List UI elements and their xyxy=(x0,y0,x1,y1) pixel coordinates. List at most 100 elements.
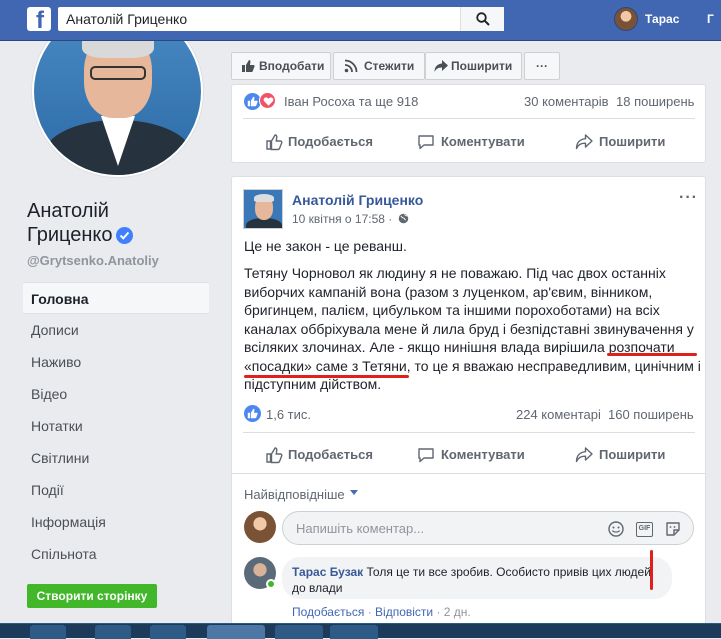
taskbar-app-icon[interactable] xyxy=(330,625,378,639)
taskbar-app-icon[interactable] xyxy=(275,625,323,639)
sticker-icon[interactable] xyxy=(664,520,682,538)
top-navigation-bar: f Анатолій Гриценко Тарас Г xyxy=(0,0,721,41)
divider xyxy=(243,432,695,433)
logo-letter: f xyxy=(36,7,44,34)
nav-item-notes[interactable]: Нотатки xyxy=(23,410,209,442)
share-label: Поширити xyxy=(599,134,666,149)
page-navigation: Головна Дописи Наживо Відео Нотатки Світ… xyxy=(23,282,209,570)
comment-reply-link[interactable]: Відповісти xyxy=(375,605,433,619)
comment-like-link[interactable]: Подобається xyxy=(292,605,364,619)
os-taskbar xyxy=(0,623,721,639)
taskbar-app-icon[interactable] xyxy=(30,625,66,639)
comments-count[interactable]: 224 коментарі xyxy=(516,407,601,422)
comment-bubble-icon xyxy=(418,135,434,150)
profile-photo xyxy=(34,41,201,175)
comments-count[interactable]: 30 коментарів xyxy=(524,94,609,109)
red-underline-annotation xyxy=(607,353,697,356)
follow-page-button[interactable]: Стежити xyxy=(333,52,425,80)
nav-item-about[interactable]: Інформація xyxy=(23,506,209,538)
post-options-button[interactable]: ··· xyxy=(679,189,698,207)
follow-page-label: Стежити xyxy=(364,59,415,73)
user-avatar[interactable] xyxy=(614,7,638,31)
thumbs-up-icon xyxy=(242,60,255,72)
more-options-icon: ··· xyxy=(536,59,548,73)
online-status-indicator xyxy=(266,579,276,589)
search-input[interactable]: Анатолій Гриценко xyxy=(58,7,504,31)
share-arrow-outline-icon xyxy=(575,134,593,150)
comment-label: Коментувати xyxy=(441,447,525,462)
comment-input[interactable]: Напишіть коментар... GIF xyxy=(282,511,694,545)
thumbs-up-outline-icon xyxy=(266,134,283,151)
emoji-icon[interactable] xyxy=(607,520,625,538)
thumbs-up-outline-icon xyxy=(266,447,283,464)
share-arrow-icon xyxy=(434,60,448,72)
like-reaction-icon xyxy=(244,405,261,422)
nav-item-events[interactable]: Події xyxy=(23,474,209,506)
taskbar-app-icon[interactable] xyxy=(207,625,265,639)
comment-actions: Подобається · Відповісти · 2 дн. xyxy=(292,605,471,619)
current-user-avatar xyxy=(244,511,276,543)
search-button[interactable] xyxy=(460,7,504,31)
user-name-link[interactable]: Тарас xyxy=(645,12,679,26)
nav-item-community[interactable]: Спільнота xyxy=(23,538,209,570)
like-button[interactable]: Подобається xyxy=(265,440,385,470)
nav-item-posts[interactable]: Дописи xyxy=(23,314,209,346)
share-page-label: Поширити xyxy=(451,59,513,73)
nav-item-home[interactable]: Головна xyxy=(23,282,209,314)
reactors-summary[interactable]: Іван Росоха та ще 918 xyxy=(284,94,418,109)
gif-icon[interactable]: GIF xyxy=(636,522,653,537)
comment-button[interactable]: Коментувати xyxy=(417,127,537,157)
post-author-name[interactable]: Анатолій Гриценко xyxy=(292,192,423,208)
verified-badge-icon xyxy=(116,227,133,244)
share-label: Поширити xyxy=(599,447,666,462)
share-button[interactable]: Поширити xyxy=(575,440,675,470)
page-title[interactable]: Анатолій Гриценко xyxy=(27,199,167,247)
nav-item-videos[interactable]: Відео xyxy=(23,378,209,410)
post-author-avatar[interactable] xyxy=(243,189,283,229)
comment-label: Коментувати xyxy=(441,134,525,149)
home-link-partial[interactable]: Г xyxy=(707,12,714,26)
share-button[interactable]: Поширити xyxy=(575,127,675,157)
love-reaction-icon xyxy=(259,92,276,109)
comment-bubble: Тарас Бузак Толя це ти все зробив. Особи… xyxy=(282,557,672,599)
red-line-annotation xyxy=(650,550,653,590)
reactions-count[interactable]: 1,6 тис. xyxy=(266,407,311,422)
like-page-label: Вподобати xyxy=(259,59,325,73)
like-label: Подобається xyxy=(288,134,373,149)
share-arrow-outline-icon xyxy=(575,447,593,463)
shares-count[interactable]: 18 поширень xyxy=(616,94,694,109)
comment-sort-dropdown[interactable]: Найвідповідніше xyxy=(244,487,345,502)
comment-button[interactable]: Коментувати xyxy=(417,440,537,470)
like-label: Подобається xyxy=(288,447,373,462)
comment-bubble-icon xyxy=(418,448,434,463)
taskbar-app-icon[interactable] xyxy=(150,625,186,639)
shares-count[interactable]: 160 поширень xyxy=(608,407,694,422)
profile-picture[interactable] xyxy=(29,41,206,181)
separator: · xyxy=(433,605,444,619)
nav-item-photos[interactable]: Світлини xyxy=(23,442,209,474)
share-page-button[interactable]: Поширити xyxy=(425,52,522,80)
search-icon xyxy=(476,12,490,26)
divider xyxy=(243,118,695,119)
facebook-logo-icon[interactable]: f xyxy=(27,7,51,34)
create-page-button[interactable]: Створити сторінку xyxy=(27,584,157,608)
like-page-button[interactable]: Вподобати xyxy=(231,52,331,80)
commenter-name[interactable]: Тарас Бузак xyxy=(292,565,363,579)
comment-time[interactable]: 2 дн. xyxy=(444,605,471,619)
red-underline-annotation xyxy=(244,375,409,378)
taskbar-app-icon[interactable] xyxy=(95,625,131,639)
more-options-button[interactable]: ··· xyxy=(524,52,560,80)
rss-icon xyxy=(344,59,358,73)
nav-item-live[interactable]: Наживо xyxy=(23,346,209,378)
divider xyxy=(232,473,705,474)
post-date-text: 10 квітня о 17:58 · xyxy=(292,212,393,226)
page-username[interactable]: @Grytsenko.Anatoliy xyxy=(27,253,159,268)
comment-content: Тарас Бузак Толя це ти все зробив. Особи… xyxy=(292,564,652,596)
globe-icon xyxy=(398,213,408,224)
post-timestamp[interactable]: 10 квітня о 17:58 · xyxy=(292,212,409,226)
like-button[interactable]: Подобається xyxy=(265,127,385,157)
post-headline: Це не закон - це реванш. xyxy=(244,238,407,254)
search-value: Анатолій Гриценко xyxy=(66,11,188,27)
separator: · xyxy=(364,605,376,619)
caret-down-icon[interactable] xyxy=(350,490,358,495)
